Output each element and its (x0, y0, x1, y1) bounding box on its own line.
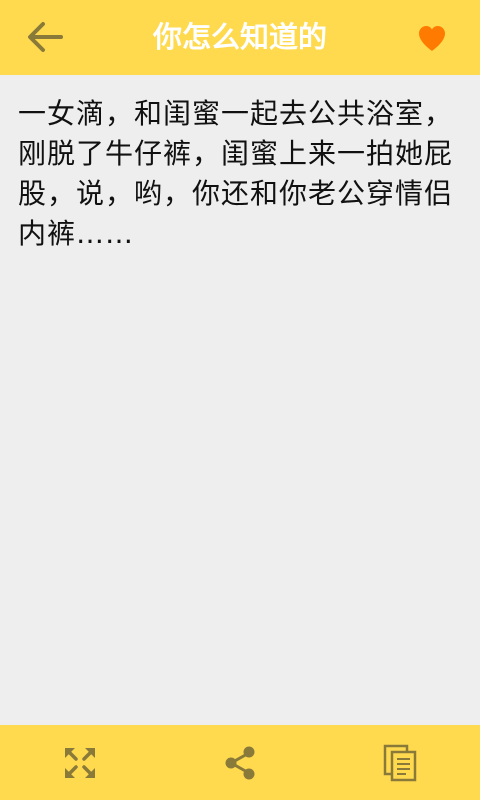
back-button[interactable] (22, 15, 68, 59)
page-title: 你怎么知道的 (152, 20, 327, 54)
favorite-button[interactable] (410, 16, 454, 60)
bottom-action-bar (0, 725, 480, 800)
joke-content-area: 一女滴，和闺蜜一起去公共浴室，刚脱了牛仔裤，闺蜜上来一拍她屁股，说，哟，你还和你… (0, 75, 480, 725)
expand-icon (65, 748, 95, 778)
arrow-left-icon (28, 22, 63, 52)
copy-button[interactable] (378, 741, 422, 785)
expand-button[interactable] (58, 741, 102, 785)
app-screen: 你怎么知道的 一女滴，和闺蜜一起去公共浴室，刚脱了牛仔裤，闺蜜上来一拍她屁股，说… (0, 0, 480, 800)
share-icon (225, 746, 255, 780)
copy-icon (383, 744, 417, 782)
heart-icon (419, 26, 445, 51)
share-button[interactable] (218, 741, 262, 785)
top-app-bar: 你怎么知道的 (0, 0, 480, 75)
joke-text: 一女滴，和闺蜜一起去公共浴室，刚脱了牛仔裤，闺蜜上来一拍她屁股，说，哟，你还和你… (18, 97, 454, 250)
